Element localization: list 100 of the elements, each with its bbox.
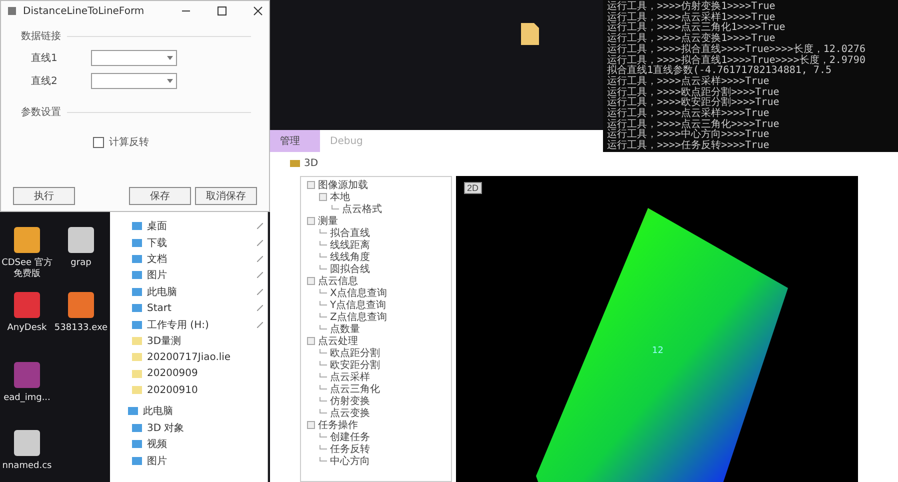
dialog-button[interactable]: 取消保存: [195, 187, 257, 205]
field-label: 直线1: [31, 52, 58, 65]
sidebar-item[interactable]: 图片: [147, 454, 167, 468]
app-icon[interactable]: [12, 225, 42, 255]
icon-label: 538133.exe: [54, 323, 108, 334]
folder-icon: [132, 352, 142, 362]
pin-icon: [257, 256, 263, 262]
item-icon: [132, 303, 142, 314]
sidebar-item[interactable]: 此电脑: [143, 404, 173, 418]
item-icon: [132, 254, 142, 264]
icon-label: nnamed.cs: [2, 461, 52, 472]
tree-item[interactable]: 线线角度: [330, 250, 370, 264]
sidebar-item[interactable]: 3D 对象: [147, 420, 184, 435]
item-icon: [132, 221, 142, 232]
sidebar-item[interactable]: 20200909: [147, 368, 198, 380]
tree-item[interactable]: 拟合直线: [330, 226, 370, 240]
sidebar-item[interactable]: 桌面: [147, 219, 167, 234]
dropdown-field[interactable]: [91, 50, 177, 66]
field-label: 直线2: [31, 74, 58, 88]
item-icon: [132, 238, 142, 248]
close-icon[interactable]: [253, 6, 263, 16]
tree-item[interactable]: 欧点距分割: [330, 346, 380, 360]
console-line: 运行工具，>>>>任务反转>>>>True: [607, 141, 770, 152]
sidebar-item[interactable]: 20200717Jiao.lie: [147, 352, 231, 363]
app-icon[interactable]: [66, 290, 96, 320]
tree-item[interactable]: 任务反转: [330, 442, 370, 456]
folder-icon: [132, 336, 142, 346]
tree-item[interactable]: 中心方向: [330, 454, 370, 468]
console-line: 运行工具，>>>>点云三角化>>>>True: [607, 120, 780, 130]
dropdown-field[interactable]: [91, 73, 177, 89]
tree-item[interactable]: 点云信息: [318, 274, 358, 288]
console-line: 运行工具，>>>>欧安距分割>>>>True: [607, 98, 780, 108]
tree-item[interactable]: 创建任务: [330, 430, 370, 444]
sidebar-item[interactable]: 文档: [147, 252, 167, 266]
tree-item[interactable]: 点云采样: [330, 370, 370, 384]
caret-icon: [167, 56, 173, 60]
sidebar-item[interactable]: 20200910: [147, 384, 198, 396]
pin-icon: [257, 272, 263, 278]
file-icon[interactable]: [520, 22, 540, 46]
sidebar-item[interactable]: 此电脑: [147, 284, 177, 299]
tree-item[interactable]: Z点信息查询: [330, 310, 387, 324]
console-line: 运行工具，>>>>点云采样1>>>>True: [607, 12, 776, 23]
dialog-button[interactable]: 执行: [13, 187, 75, 205]
app-icon[interactable]: [66, 225, 96, 255]
tree-item[interactable]: 仿射变换: [330, 394, 370, 408]
item-icon: [132, 286, 142, 297]
sidebar-item[interactable]: Start: [147, 302, 172, 314]
caret-icon: [167, 79, 173, 83]
console-line: 拟合直线1直线参数(-4.76171782134881, 7.5: [607, 66, 832, 76]
item-icon: [132, 270, 142, 280]
tree-item[interactable]: 任务操作: [318, 418, 358, 432]
tree-item[interactable]: 线线距离: [330, 238, 370, 252]
checkbox-label: 计算反转: [109, 136, 149, 149]
app-icon: [290, 158, 300, 168]
sidebar-item[interactable]: 图片: [147, 268, 167, 282]
tree-item[interactable]: Y点信息查询: [330, 298, 386, 312]
sidebar-item[interactable]: 工作专用 (H:): [147, 318, 209, 332]
tree-item[interactable]: 点数量: [330, 322, 360, 336]
tree-item[interactable]: 欧安距分割: [330, 358, 380, 372]
icon-label: ead_img...: [4, 393, 50, 404]
dialog-button[interactable]: 保存: [129, 187, 191, 205]
tree-item[interactable]: 点云处理: [318, 334, 358, 348]
icon-label: grap: [70, 258, 92, 269]
checkbox[interactable]: [93, 136, 104, 148]
tab[interactable]: 管理: [270, 130, 320, 152]
tree-item[interactable]: 图像源加载: [318, 178, 368, 192]
point-label: 12: [652, 346, 664, 356]
console-line: 运行工具，>>>>点云三角化1>>>>True: [607, 23, 786, 34]
group-label: 参数设置: [21, 106, 61, 119]
console-line: 运行工具，>>>>中心方向>>>>True: [607, 130, 770, 140]
item-icon: [132, 422, 142, 433]
window-title: 3D: [304, 158, 318, 168]
window-title: DistanceLineToLineForm: [23, 6, 146, 16]
console-line: 运行工具，>>>>仿射变换1>>>>True: [607, 2, 776, 12]
sidebar-item[interactable]: 下载: [147, 236, 167, 250]
console-line: 运行工具，>>>>欧点距分割>>>>True: [607, 88, 780, 98]
console-line: 运行工具，>>>>点云采样>>>>True: [607, 76, 770, 87]
tree-item[interactable]: 圆拟合线: [330, 262, 370, 276]
group-label: 数据链接: [21, 30, 61, 43]
pin-icon: [257, 288, 263, 295]
sidebar-item[interactable]: 视频: [147, 437, 167, 452]
console-line: 运行工具，>>>>点云采样>>>>True: [607, 109, 770, 120]
console-line: 运行工具，>>>>拟合直线1>>>>True>>>>长度，2.9790: [607, 56, 866, 66]
tree-item[interactable]: 点云三角化: [330, 382, 380, 396]
tree-item[interactable]: 点云格式: [342, 202, 382, 216]
view-mode-button[interactable]: 2D: [464, 182, 482, 194]
app-icon: [7, 6, 17, 16]
item-icon: [132, 439, 142, 450]
tree-item[interactable]: 点云变换: [330, 406, 370, 420]
tree-item[interactable]: X点信息查询: [330, 286, 387, 300]
item-icon: [132, 320, 142, 330]
pin-icon: [257, 322, 263, 328]
maximize-icon[interactable]: [217, 6, 227, 16]
item-icon: [128, 406, 138, 416]
pin-icon: [257, 305, 263, 312]
tree-item[interactable]: 本地: [330, 190, 350, 204]
tree-item[interactable]: 测量: [318, 214, 338, 228]
sidebar-item[interactable]: 3D量测: [147, 334, 182, 348]
console-line: 运行工具，>>>>点云变换1>>>>True: [607, 34, 776, 44]
app-icon[interactable]: [12, 428, 42, 458]
